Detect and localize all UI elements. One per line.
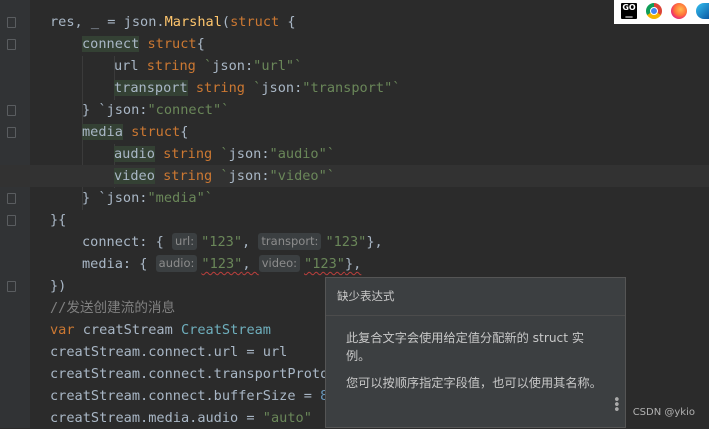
chrome-icon[interactable] <box>646 3 662 19</box>
browser-icon-bar: GO — <box>614 0 709 24</box>
popup-title: 缺少表达式 <box>326 278 625 316</box>
inlay-hint: url: <box>172 233 198 250</box>
code-line: creatStream.media.audio = "auto" <box>50 410 312 426</box>
code-line: url string `json:"url"` <box>114 58 303 74</box>
code-line: creatStream.connect.url = url <box>50 344 288 360</box>
code-line: transport string `json:"transport"` <box>114 80 401 96</box>
code-line: creatStream.connect.transportProtoc <box>50 366 337 382</box>
inlay-hint: audio: <box>155 255 198 272</box>
inlay-hint: video: <box>258 255 301 272</box>
code-line: media struct{ <box>82 124 189 140</box>
code-line: }) <box>50 278 67 294</box>
code-comment: //发送创建流的消息 <box>50 300 176 316</box>
code-line: creatStream.connect.bufferSize = 81 <box>50 388 336 404</box>
code-line: audio string `json:"audio"` <box>114 146 335 162</box>
code-line: }{ <box>50 212 67 228</box>
goland-icon[interactable]: GO — <box>621 3 637 21</box>
firefox-icon[interactable] <box>671 3 687 19</box>
code-line: media: { audio: "123", video: "123"}, <box>82 255 362 272</box>
more-vertical-icon[interactable]: • • • <box>613 394 621 417</box>
code-line: connect: { url: "123", transport: "123"}, <box>82 233 383 250</box>
code-line: var creatStream CreatStream <box>50 322 271 338</box>
watermark: CSDN @ykio <box>632 407 695 418</box>
code-line: } `json:"connect"` <box>82 102 230 118</box>
edge-icon[interactable] <box>696 3 709 19</box>
code-line: } `json:"media"` <box>82 190 213 206</box>
popup-body: 此复合文字会使用给定值分配新的 struct 实例。 您可以按顺序指定字段值，也… <box>326 316 625 393</box>
quick-documentation-popup: 缺少表达式 此复合文字会使用给定值分配新的 struct 实例。 您可以按顺序指… <box>325 277 626 428</box>
popup-text: 您可以按顺序指定字段值，也可以使用其名称。 <box>346 376 602 390</box>
code-line-current: video string `json:"video"` <box>0 165 709 187</box>
inlay-hint: transport: <box>258 233 322 250</box>
popup-text: 此复合文字会使用给定值分配新的 struct 实例。 <box>346 331 585 363</box>
code-line: connect struct{ <box>82 36 205 52</box>
code-line: res, _ = json.Marshal(struct { <box>50 14 296 30</box>
